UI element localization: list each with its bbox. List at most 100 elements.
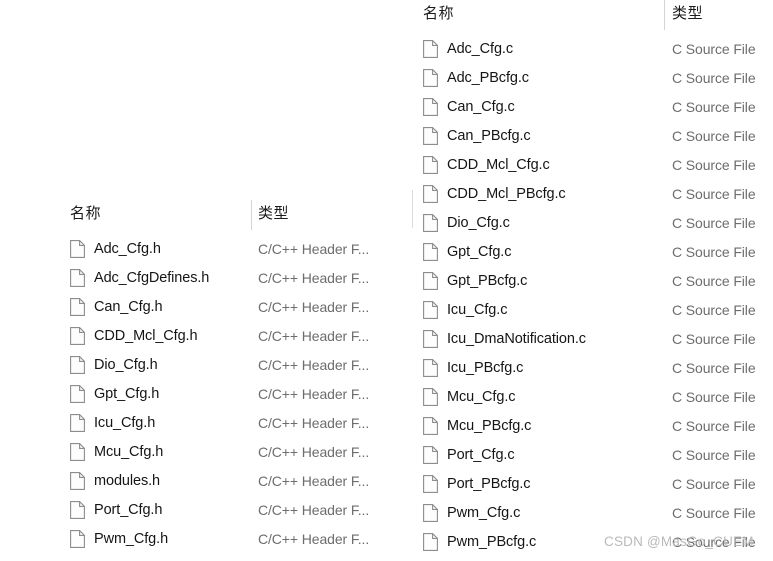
file-name-cell[interactable]: Adc_Cfg.h [70, 234, 161, 263]
file-name-cell[interactable]: Pwm_PBcfg.c [423, 527, 536, 556]
file-row[interactable]: Adc_Cfg.c C Source File [415, 34, 773, 63]
file-type-label: C/C++ Header F... [258, 472, 370, 489]
file-row[interactable]: Adc_CfgDefines.h C/C++ Header F... [62, 263, 417, 292]
column-divider[interactable] [664, 0, 665, 30]
file-name-cell[interactable]: Gpt_PBcfg.c [423, 266, 527, 295]
column-header-type[interactable]: 类型 [258, 202, 289, 223]
file-type-label: C Source File [672, 69, 756, 86]
file-row[interactable]: Port_Cfg.c C Source File [415, 440, 773, 469]
file-name-cell[interactable]: Gpt_Cfg.c [423, 237, 511, 266]
file-icon [70, 471, 85, 490]
file-name-cell[interactable]: Gpt_Cfg.h [70, 379, 159, 408]
file-row[interactable]: Pwm_Cfg.h C/C++ Header F... [62, 524, 417, 553]
file-row[interactable]: Icu_DmaNotification.c C Source File [415, 324, 773, 353]
file-name-label: Mcu_PBcfg.c [447, 417, 532, 434]
file-name-cell[interactable]: Can_PBcfg.c [423, 121, 531, 150]
file-type-label: C/C++ Header F... [258, 327, 370, 344]
file-type-label: C Source File [672, 243, 756, 260]
column-divider[interactable] [251, 200, 252, 230]
file-name-cell[interactable]: Adc_Cfg.c [423, 34, 513, 63]
file-row[interactable]: Can_Cfg.c C Source File [415, 92, 773, 121]
file-name-cell[interactable]: CDD_Mcl_Cfg.h [70, 321, 198, 350]
file-type-label: C Source File [672, 40, 756, 57]
file-name-cell[interactable]: Icu_Cfg.c [423, 295, 507, 324]
file-name-cell[interactable]: modules.h [70, 466, 160, 495]
file-type-label: C Source File [672, 504, 756, 521]
file-row[interactable]: Can_Cfg.h C/C++ Header F... [62, 292, 417, 321]
file-name-cell[interactable]: Mcu_Cfg.h [70, 437, 163, 466]
file-name-cell[interactable]: Can_Cfg.c [423, 92, 515, 121]
file-name-cell[interactable]: Icu_Cfg.h [70, 408, 155, 437]
file-row[interactable]: Adc_PBcfg.c C Source File [415, 63, 773, 92]
file-row[interactable]: Icu_Cfg.h C/C++ Header F... [62, 408, 417, 437]
file-name-label: Gpt_Cfg.h [94, 385, 160, 402]
file-row[interactable]: Pwm_PBcfg.c C Source File [415, 527, 773, 556]
file-type-label: C/C++ Header F... [258, 385, 370, 402]
file-name-label: Adc_Cfg.h [94, 240, 161, 257]
file-name-cell[interactable]: Pwm_Cfg.c [423, 498, 520, 527]
file-name-label: Icu_Cfg.h [94, 414, 156, 431]
file-row[interactable]: Icu_PBcfg.c C Source File [415, 353, 773, 382]
file-row[interactable]: Can_PBcfg.c C Source File [415, 121, 773, 150]
file-icon [70, 326, 85, 345]
file-row[interactable]: CDD_Mcl_Cfg.c C Source File [415, 150, 773, 179]
file-name-cell[interactable]: Dio_Cfg.h [70, 350, 158, 379]
file-name-cell[interactable]: CDD_Mcl_Cfg.c [423, 150, 550, 179]
file-name-cell[interactable]: CDD_Mcl_PBcfg.c [423, 179, 566, 208]
file-row[interactable]: Port_Cfg.h C/C++ Header F... [62, 495, 417, 524]
file-icon [423, 300, 438, 319]
file-type-label: C/C++ Header F... [258, 530, 370, 547]
column-header-row-headers: 名称 类型 [62, 200, 417, 234]
file-name-cell[interactable]: Mcu_Cfg.c [423, 382, 516, 411]
file-row[interactable]: Gpt_Cfg.c C Source File [415, 237, 773, 266]
file-name-cell[interactable]: Port_Cfg.h [70, 495, 162, 524]
file-type-label: C Source File [672, 127, 756, 144]
pane-edge-divider [412, 190, 413, 228]
file-row[interactable]: Mcu_Cfg.h C/C++ Header F... [62, 437, 417, 466]
file-name-label: Adc_CfgDefines.h [94, 269, 210, 286]
file-icon [423, 416, 438, 435]
file-name-cell[interactable]: Adc_PBcfg.c [423, 63, 529, 92]
file-name-cell[interactable]: Port_Cfg.c [423, 440, 515, 469]
file-icon [423, 242, 438, 261]
file-row[interactable]: Dio_Cfg.h C/C++ Header F... [62, 350, 417, 379]
file-row[interactable]: Mcu_PBcfg.c C Source File [415, 411, 773, 440]
file-name-cell[interactable]: Can_Cfg.h [70, 292, 163, 321]
file-name-label: Mcu_Cfg.c [447, 388, 516, 405]
file-row[interactable]: Gpt_PBcfg.c C Source File [415, 266, 773, 295]
column-header-type[interactable]: 类型 [672, 2, 703, 23]
file-type-label: C Source File [672, 272, 756, 289]
file-name-label: Icu_PBcfg.c [447, 359, 524, 376]
file-type-label: C Source File [672, 156, 756, 173]
file-row[interactable]: Dio_Cfg.c C Source File [415, 208, 773, 237]
file-name-cell[interactable]: Icu_PBcfg.c [423, 353, 523, 382]
file-row[interactable]: Gpt_Cfg.h C/C++ Header F... [62, 379, 417, 408]
file-type-label: C Source File [672, 417, 756, 434]
file-type-label: C/C++ Header F... [258, 501, 370, 518]
file-row[interactable]: Port_PBcfg.c C Source File [415, 469, 773, 498]
file-name-cell[interactable]: Pwm_Cfg.h [70, 524, 168, 553]
file-row[interactable]: Mcu_Cfg.c C Source File [415, 382, 773, 411]
file-row[interactable]: CDD_Mcl_PBcfg.c C Source File [415, 179, 773, 208]
file-name-cell[interactable]: Icu_DmaNotification.c [423, 324, 586, 353]
file-name-label: CDD_Mcl_PBcfg.c [447, 185, 566, 202]
file-icon [423, 329, 438, 348]
file-name-cell[interactable]: Mcu_PBcfg.c [423, 411, 531, 440]
file-row[interactable]: Pwm_Cfg.c C Source File [415, 498, 773, 527]
file-name-cell[interactable]: Dio_Cfg.c [423, 208, 510, 237]
file-name-label: Dio_Cfg.c [447, 214, 510, 231]
file-name-cell[interactable]: Port_PBcfg.c [423, 469, 531, 498]
file-name-label: Can_Cfg.h [94, 298, 163, 315]
file-name-cell[interactable]: Adc_CfgDefines.h [70, 263, 209, 292]
column-header-name[interactable]: 名称 [70, 202, 101, 223]
file-row[interactable]: modules.h C/C++ Header F... [62, 466, 417, 495]
file-row[interactable]: Icu_Cfg.c C Source File [415, 295, 773, 324]
column-header-name[interactable]: 名称 [423, 2, 454, 23]
file-icon [423, 387, 438, 406]
file-row[interactable]: Adc_Cfg.h C/C++ Header F... [62, 234, 417, 263]
file-name-label: Pwm_Cfg.h [94, 530, 169, 547]
file-icon [423, 126, 438, 145]
file-icon [70, 297, 85, 316]
file-row[interactable]: CDD_Mcl_Cfg.h C/C++ Header F... [62, 321, 417, 350]
file-icon [423, 271, 438, 290]
